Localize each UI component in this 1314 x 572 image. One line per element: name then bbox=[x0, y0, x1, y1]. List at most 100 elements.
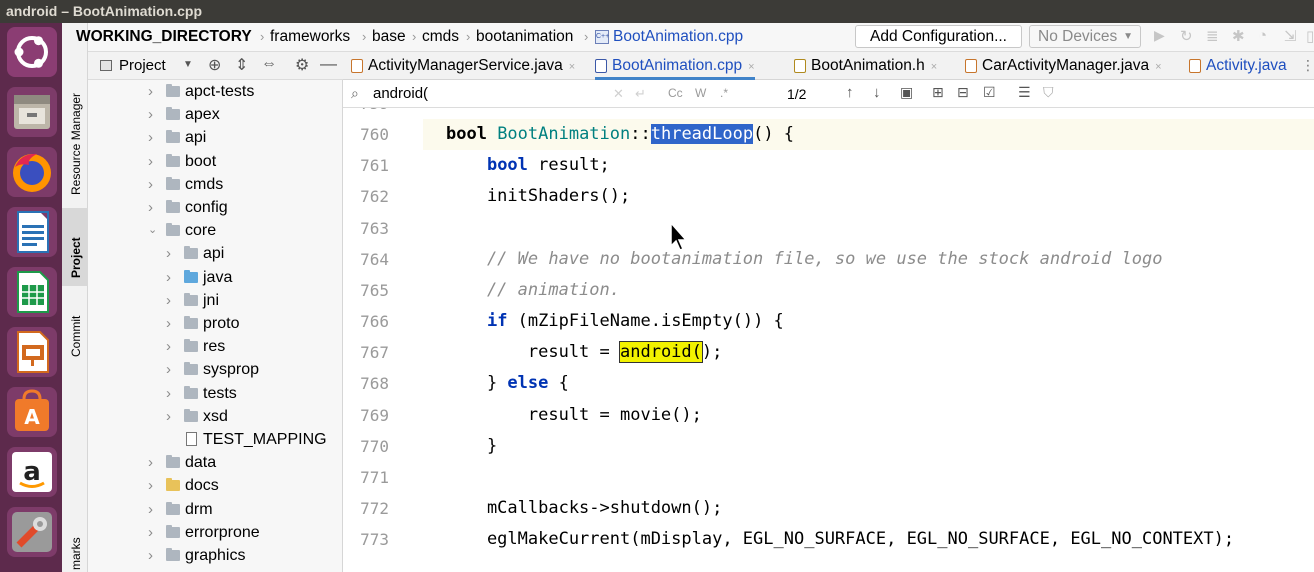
tree-item[interactable]: › api bbox=[88, 242, 342, 265]
commit-tool-tab[interactable]: Commit bbox=[62, 291, 88, 363]
code-line[interactable]: result = movie(); bbox=[423, 400, 1314, 431]
amazon-icon[interactable]: a bbox=[7, 447, 57, 497]
filter-icon[interactable]: ⛉ bbox=[1043, 84, 1054, 101]
next-occurrence-icon[interactable]: ↓ bbox=[873, 84, 881, 101]
chevron-right-icon[interactable]: › bbox=[148, 498, 153, 521]
new-line-icon[interactable]: ↵ bbox=[635, 86, 646, 102]
chevron-right-icon[interactable]: › bbox=[148, 474, 153, 497]
writer-icon[interactable] bbox=[7, 207, 57, 257]
tree-item[interactable]: › xsd bbox=[88, 405, 342, 428]
close-tab-icon[interactable]: × bbox=[931, 61, 937, 73]
close-tab-icon[interactable]: × bbox=[748, 61, 754, 73]
select-all-occurrences-icon[interactable]: ☑ bbox=[983, 84, 996, 101]
code-line[interactable] bbox=[423, 462, 1314, 493]
chevron-right-icon[interactable]: › bbox=[148, 451, 153, 474]
tree-item[interactable]: ⌄ core bbox=[88, 219, 342, 242]
chevron-right-icon[interactable]: › bbox=[166, 266, 171, 289]
files-icon[interactable] bbox=[7, 87, 57, 137]
firefox-icon[interactable] bbox=[7, 147, 57, 197]
bookmarks-tool-tab[interactable]: marks bbox=[62, 528, 88, 572]
editor-tab[interactable]: BootAnimation.cpp × bbox=[595, 52, 755, 80]
gear-icon[interactable]: ⚙ bbox=[295, 55, 309, 75]
chevron-right-icon[interactable]: › bbox=[166, 405, 171, 428]
code-line[interactable] bbox=[423, 108, 1314, 119]
breadcrumb-root[interactable]: WORKING_DIRECTORY bbox=[76, 28, 252, 46]
match-case-toggle[interactable]: Cc bbox=[668, 86, 683, 100]
chevron-right-icon[interactable]: › bbox=[166, 358, 171, 381]
locate-file-icon[interactable]: ⊕ bbox=[208, 55, 221, 75]
chevron-right-icon[interactable]: › bbox=[148, 150, 153, 173]
profile-icon[interactable]: ◔ bbox=[1258, 27, 1267, 44]
code-line[interactable]: bool BootAnimation::threadLoop() { bbox=[423, 119, 1314, 151]
tree-item[interactable]: › sysprop bbox=[88, 358, 342, 381]
code-line[interactable]: } else { bbox=[423, 368, 1314, 399]
tree-item[interactable]: › data bbox=[88, 451, 342, 474]
add-selection-icon[interactable]: ⊞ bbox=[932, 84, 944, 101]
tree-item[interactable]: › config bbox=[88, 196, 342, 219]
code-line[interactable]: // We have no bootanimation file, so we … bbox=[423, 244, 1314, 275]
breadcrumb-frameworks[interactable]: frameworks bbox=[270, 28, 350, 46]
open-in-window-icon[interactable]: ▣ bbox=[900, 84, 913, 101]
expand-all-icon[interactable]: ⇕ bbox=[235, 55, 248, 75]
chevron-right-icon[interactable]: › bbox=[148, 126, 153, 149]
collapse-all-icon[interactable]: ⇔ bbox=[261, 55, 277, 73]
tree-item[interactable]: › jni bbox=[88, 289, 342, 312]
tree-item[interactable]: › boot bbox=[88, 150, 342, 173]
breadcrumb-bootanimation[interactable]: bootanimation bbox=[476, 28, 573, 46]
code-line[interactable]: initShaders(); bbox=[423, 181, 1314, 212]
tree-item[interactable]: › errorprone bbox=[88, 521, 342, 544]
breadcrumb-cmds[interactable]: cmds bbox=[422, 28, 459, 46]
remove-selection-icon[interactable]: ⊟ bbox=[957, 84, 969, 101]
tree-item[interactable]: › apex bbox=[88, 103, 342, 126]
close-tab-icon[interactable]: × bbox=[569, 61, 575, 73]
chevron-right-icon[interactable]: › bbox=[148, 196, 153, 219]
more-tabs-icon[interactable]: ⋮ bbox=[1301, 57, 1314, 74]
breadcrumb-base[interactable]: base bbox=[372, 28, 406, 46]
software-center-icon[interactable]: A bbox=[7, 387, 57, 437]
editor-tab[interactable]: BootAnimation.h × bbox=[794, 52, 937, 80]
tree-item[interactable]: › tests bbox=[88, 382, 342, 405]
chevron-down-icon[interactable]: ▼ bbox=[183, 59, 193, 70]
previous-occurrence-icon[interactable]: ↑ bbox=[846, 84, 854, 101]
chevron-down-icon[interactable]: ⌄ bbox=[148, 219, 157, 242]
code-line[interactable]: if (mZipFileName.isEmpty()) { bbox=[423, 306, 1314, 337]
code-line[interactable]: // animation. bbox=[423, 275, 1314, 306]
tree-item[interactable]: › java bbox=[88, 266, 342, 289]
search-input[interactable]: android( bbox=[373, 85, 428, 102]
whole-words-toggle[interactable]: W bbox=[695, 86, 706, 100]
hide-panel-icon[interactable]: — bbox=[320, 54, 337, 74]
tree-item[interactable]: › graphics bbox=[88, 544, 342, 567]
tree-item[interactable]: › docs bbox=[88, 474, 342, 497]
chevron-right-icon[interactable]: › bbox=[166, 242, 171, 265]
project-view-selector[interactable]: Project bbox=[119, 57, 166, 74]
editor-tab[interactable]: Activity.java bbox=[1189, 52, 1287, 80]
chevron-right-icon[interactable]: › bbox=[148, 173, 153, 196]
attach-debugger-icon[interactable]: ⇲ bbox=[1284, 27, 1297, 45]
editor-tab[interactable]: ActivityManagerService.java × bbox=[351, 52, 575, 80]
tree-item[interactable]: › api bbox=[88, 126, 342, 149]
code-editor[interactable]: bool BootAnimation::threadLoop() { bool … bbox=[423, 108, 1314, 572]
run-icon[interactable]: ▶ bbox=[1154, 27, 1165, 44]
device-selector[interactable]: No Devices ▼ bbox=[1029, 25, 1141, 48]
add-configuration-button[interactable]: Add Configuration... bbox=[855, 25, 1022, 48]
tree-item[interactable]: › apct-tests bbox=[88, 80, 342, 103]
tree-item[interactable]: TEST_MAPPING bbox=[88, 428, 342, 451]
code-line[interactable]: } bbox=[423, 431, 1314, 462]
chevron-right-icon[interactable]: › bbox=[148, 103, 153, 126]
tree-item[interactable]: › cmds bbox=[88, 173, 342, 196]
editor-tab[interactable]: CarActivityManager.java × bbox=[965, 52, 1162, 80]
close-tab-icon[interactable]: × bbox=[1155, 61, 1161, 73]
calc-icon[interactable] bbox=[7, 267, 57, 317]
coverage-icon[interactable]: ≣ bbox=[1206, 27, 1219, 45]
chevron-right-icon[interactable]: › bbox=[166, 335, 171, 358]
debug-icon[interactable]: ✱ bbox=[1232, 27, 1245, 45]
filter-options-icon[interactable]: ☰ bbox=[1018, 84, 1031, 101]
chevron-right-icon[interactable]: › bbox=[148, 80, 153, 103]
code-line[interactable] bbox=[423, 213, 1314, 244]
chevron-right-icon[interactable]: › bbox=[148, 544, 153, 567]
chevron-right-icon[interactable]: › bbox=[166, 382, 171, 405]
chevron-right-icon[interactable]: › bbox=[166, 289, 171, 312]
resource-manager-tab[interactable]: Resource Manager bbox=[62, 53, 88, 203]
ubuntu-dash-icon[interactable] bbox=[7, 27, 57, 77]
code-line[interactable]: mCallbacks->shutdown(); bbox=[423, 493, 1314, 524]
